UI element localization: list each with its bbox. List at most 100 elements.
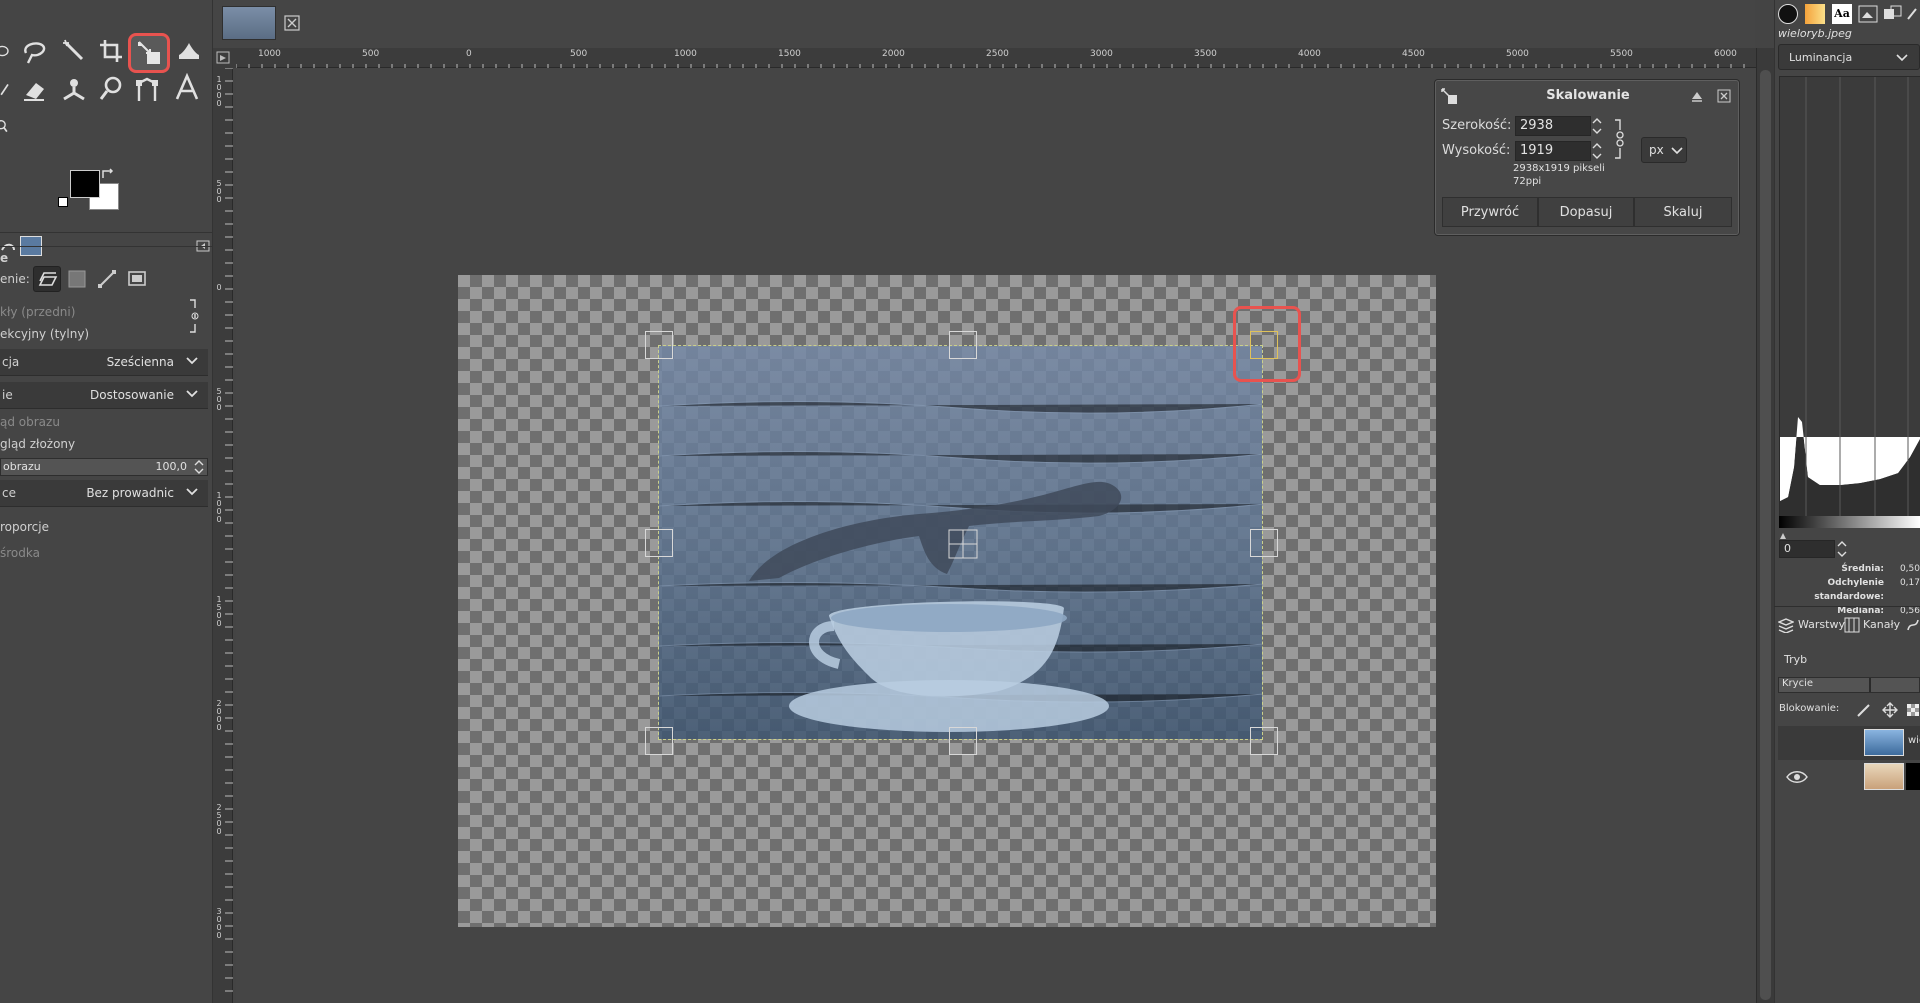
ruler-tick-label: 1000: [674, 49, 697, 59]
font-tab-icon[interactable]: Aa: [1832, 4, 1852, 24]
chain-link-icon[interactable]: [188, 296, 202, 336]
image-tab-thumbnail[interactable]: [222, 6, 276, 40]
reset-button[interactable]: Przywróć: [1442, 197, 1538, 227]
layer-opacity-slider[interactable]: Krycie: [1778, 677, 1920, 693]
ruler-tick-label: 4500: [1402, 49, 1425, 59]
scale-button[interactable]: Skaluj: [1634, 197, 1732, 227]
interpolation-combo[interactable]: cja Sześcienna: [0, 349, 208, 376]
chevron-down-icon: [1671, 147, 1683, 155]
histogram-channel-combo[interactable]: Luminancja: [1778, 44, 1920, 70]
more-tab-icon[interactable]: [1906, 5, 1920, 23]
fit-button[interactable]: Dopasuj: [1538, 197, 1634, 227]
scale-handle-top-center[interactable]: [949, 331, 977, 359]
scale-handle-bottom-right[interactable]: [1250, 727, 1278, 755]
tab-layers[interactable]: Warstwy: [1778, 615, 1854, 635]
opacity-slider-marker: [1869, 678, 1871, 692]
width-input[interactable]: 2938: [1515, 116, 1591, 136]
gradient-tab-icon[interactable]: [1805, 4, 1825, 24]
histogram-plot: [1780, 77, 1920, 517]
scrollbar-thumb[interactable]: [1760, 70, 1771, 1000]
move-center-handle-icon[interactable]: [947, 528, 979, 560]
lock-alpha-icon[interactable]: [1906, 702, 1920, 718]
tab-channels[interactable]: Kanały: [1844, 615, 1906, 635]
spinner-icon[interactable]: [193, 460, 205, 474]
clipping-combo[interactable]: ie Dostosowanie: [0, 382, 208, 409]
zoom-tool-icon[interactable]: [0, 110, 16, 144]
paintbrush-tool-icon[interactable]: [0, 72, 16, 106]
ruler-tick-label: 1 5 0 0: [216, 595, 222, 628]
ruler-tick-label: 2500: [986, 49, 1009, 59]
ellipse-select-tool-icon[interactable]: [0, 34, 16, 68]
ruler-tick-label: 0: [216, 283, 222, 292]
scale-handle-top-left[interactable]: [645, 331, 673, 359]
lock-pixels-icon[interactable]: [1856, 702, 1872, 718]
horizontal-ruler[interactable]: 1000 500 0 500 1000 1500 2000 2500 3000 3500 4000 4…: [236, 48, 1756, 68]
close-dialog-icon[interactable]: [1717, 89, 1731, 103]
scale-handle-middle-right[interactable]: [1250, 529, 1278, 557]
document-history-tab-icon[interactable]: [1883, 5, 1903, 23]
layer-row-wieloryb[interactable]: wie: [1778, 726, 1920, 760]
clone-tool-icon[interactable]: [57, 72, 91, 106]
range-start-input[interactable]: 0: [1779, 540, 1835, 558]
interpolation-value: Sześcienna: [106, 355, 174, 369]
lock-position-icon[interactable]: [1882, 702, 1898, 718]
default-colors-icon[interactable]: [58, 197, 68, 207]
direction-backward-option[interactable]: ekcyjny (tylny): [0, 322, 208, 346]
around-center-option[interactable]: środka: [0, 541, 208, 565]
image-tab-icon[interactable]: [1858, 5, 1878, 23]
transform-layer-icon[interactable]: [33, 266, 61, 292]
scale-handle-bottom-left[interactable]: [645, 727, 673, 755]
eye-visibility-icon[interactable]: [1786, 769, 1808, 785]
height-input[interactable]: 1919: [1515, 141, 1591, 161]
histogram-gradient-bar: [1779, 516, 1920, 528]
composite-preview-option[interactable]: gląd złożony: [0, 432, 208, 456]
swap-arrows-icon[interactable]: [101, 168, 115, 180]
eraser-tool-icon[interactable]: [17, 72, 51, 106]
close-tab-icon[interactable]: [284, 15, 300, 31]
ruler-tick-label: 6000: [1714, 49, 1737, 59]
brush-tab-icon[interactable]: [1778, 4, 1798, 24]
free-select-tool-icon[interactable]: [17, 34, 51, 68]
keep-aspect-option[interactable]: roporcje: [0, 515, 208, 539]
layer-mask-thumbnail: [1906, 763, 1920, 790]
transform-image-icon[interactable]: [126, 268, 148, 290]
guides-label: ce: [2, 486, 16, 500]
range-marker-icon[interactable]: [1779, 529, 1787, 539]
layer-mode-row[interactable]: Tryb: [1778, 649, 1920, 671]
dock-dialog-icon[interactable]: [1690, 89, 1704, 103]
image-opacity-label: obrazu: [3, 460, 41, 473]
ruler-corner[interactable]: [213, 48, 236, 68]
chain-link-icon[interactable]: [1613, 117, 1627, 161]
quick-mask-icon: [216, 51, 230, 64]
scale-handle-bottom-center[interactable]: [949, 727, 977, 755]
range-spinner-icon[interactable]: [1836, 540, 1848, 558]
scale-dialog: Skalowanie Szerokość: 2938 Wysokość: 191…: [1435, 80, 1739, 235]
paths-tab-icon[interactable]: [1906, 617, 1920, 633]
chevron-down-icon: [1896, 54, 1908, 62]
warp-transform-tool-icon[interactable]: [172, 34, 206, 68]
tab-layers-label: Warstwy: [1798, 618, 1845, 631]
vertical-scrollbar[interactable]: [1756, 48, 1774, 1003]
layers-icon: [1778, 618, 1794, 633]
transform-selection-icon[interactable]: [66, 268, 88, 290]
guides-combo[interactable]: ce Bez prowadnic: [0, 480, 208, 507]
direction-forward-option[interactable]: kły (przedni): [0, 300, 208, 324]
image-opacity-slider[interactable]: obrazu 100,0: [0, 458, 208, 476]
scale-handle-middle-left[interactable]: [645, 529, 673, 557]
text-tool-icon[interactable]: [170, 70, 204, 104]
fuzzy-select-tool-icon[interactable]: [57, 34, 91, 68]
width-spinner-icon[interactable]: [1591, 116, 1603, 136]
scale-tool-icon[interactable]: [128, 33, 170, 73]
layer-thumbnail: [1864, 763, 1904, 790]
layer-row-background[interactable]: [1778, 760, 1920, 794]
show-image-preview-option[interactable]: ąd obrazu: [0, 410, 208, 434]
transform-path-icon[interactable]: [96, 268, 118, 290]
height-spinner-icon[interactable]: [1591, 141, 1603, 161]
unit-combo[interactable]: px: [1641, 137, 1687, 163]
layer-opacity-label: Krycie: [1782, 678, 1814, 689]
smudge-tool-icon[interactable]: [94, 72, 128, 106]
vertical-ruler[interactable]: 1 0 0 0 5 0 0 0 5 0 0 1 0 0 0 1 5 0 0 2 0 0 0 2…: [213, 68, 233, 1003]
crop-tool-icon[interactable]: [94, 34, 128, 68]
histogram-graph[interactable]: [1779, 76, 1920, 517]
path-tool-icon[interactable]: [130, 72, 164, 106]
